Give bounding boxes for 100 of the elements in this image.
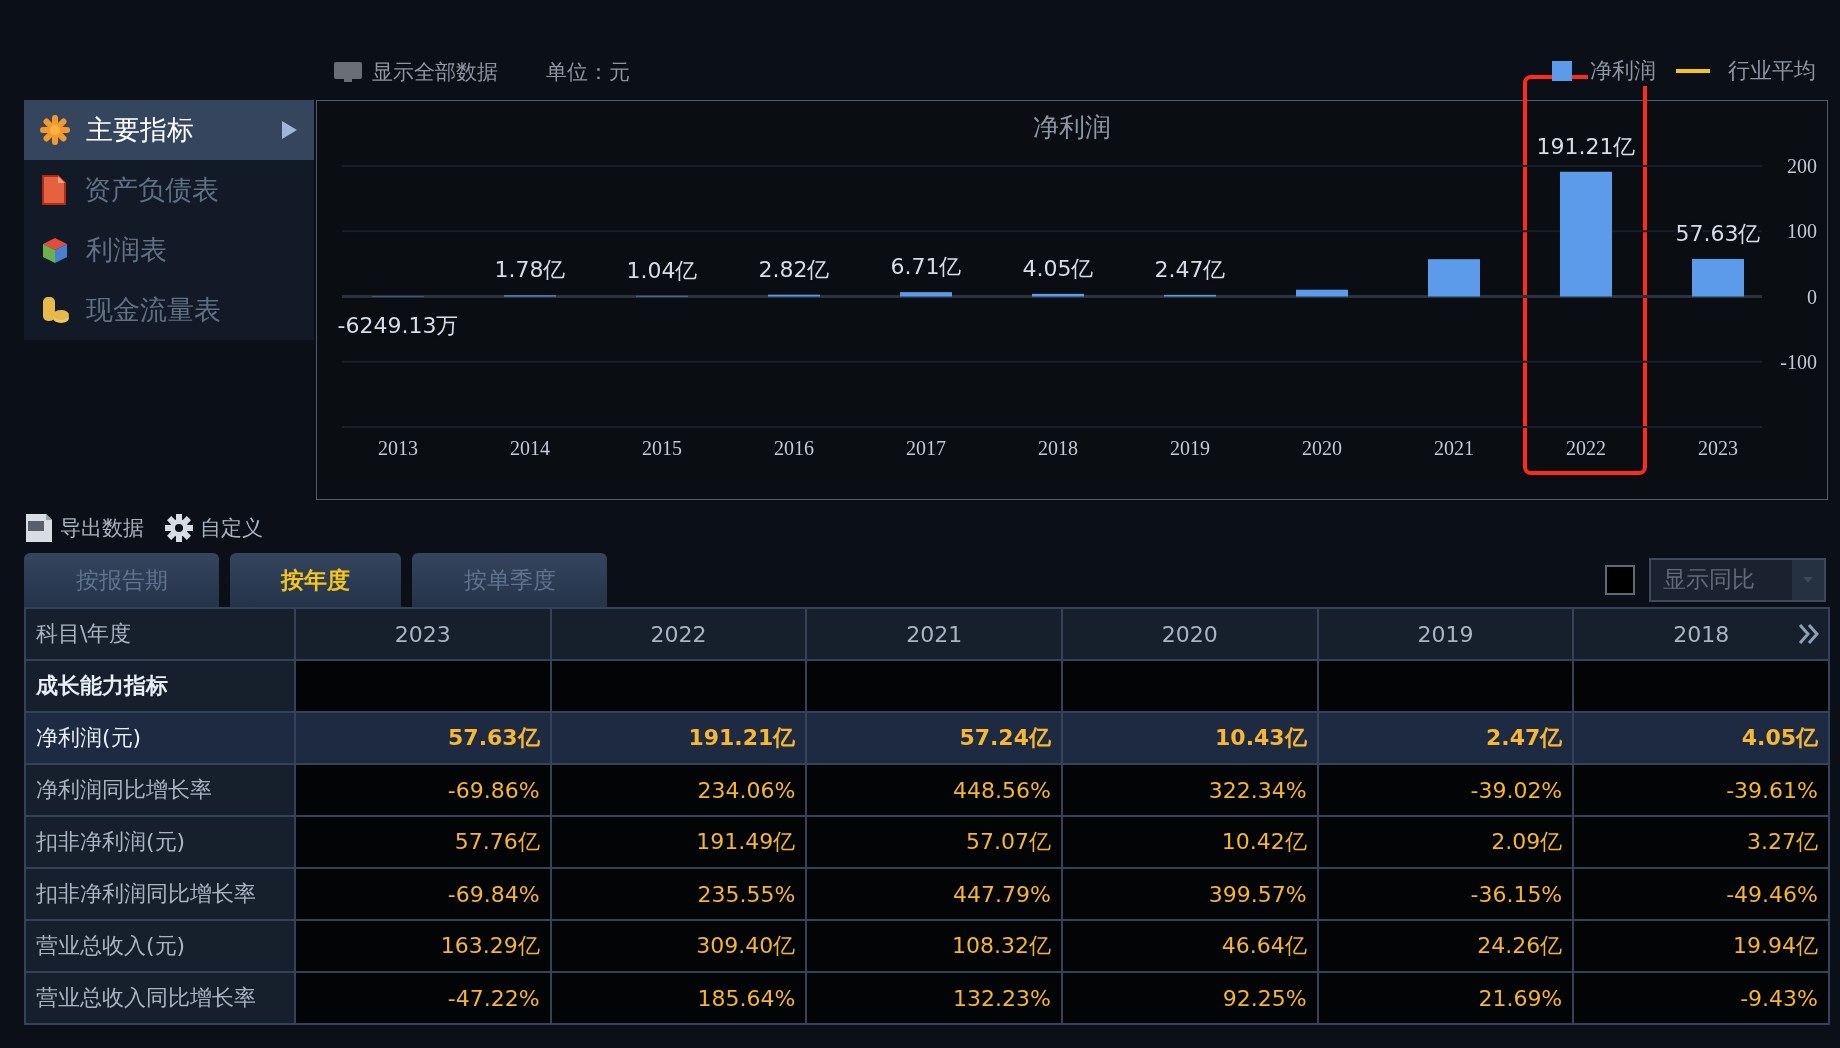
- row-label: 扣非净利润同比增长率: [25, 868, 295, 920]
- table-cell: 57.76亿: [295, 816, 551, 868]
- tab[interactable]: 按报告期: [24, 553, 219, 607]
- table-cell: -39.02%: [1317, 764, 1574, 816]
- value-label: 191.21亿: [1536, 133, 1636, 159]
- row-label: 净利润同比增长率: [25, 764, 295, 816]
- table-cell: -69.84%: [295, 868, 551, 920]
- tab[interactable]: 按年度: [230, 553, 401, 607]
- table-cell: 447.79%: [806, 868, 1062, 920]
- table-cell: 19.94亿: [1573, 920, 1829, 972]
- x-tick-label: 2017: [906, 437, 946, 459]
- column-header: 2018: [1573, 608, 1829, 660]
- table-cell: 235.55%: [550, 868, 807, 920]
- value-label: 4.05亿: [1022, 255, 1094, 281]
- table-cell: 399.57%: [1061, 868, 1318, 920]
- column-header: 科目\年度: [25, 608, 295, 660]
- dropdown[interactable]: 显示同比: [1649, 557, 1826, 602]
- table-cell: 92.25%: [1061, 972, 1318, 1024]
- legend-label: 净利润: [1588, 56, 1658, 86]
- row-label: 成长能力指标: [25, 660, 295, 712]
- table-cell: -69.86%: [295, 764, 551, 816]
- table-cell: 2.47亿: [1317, 712, 1574, 764]
- tab[interactable]: 按单季度: [412, 553, 607, 607]
- row-label: 营业总收入(元): [25, 920, 295, 972]
- sidebar-item[interactable]: 现金流量表: [24, 280, 314, 340]
- value-label: 57.63亿: [1675, 220, 1761, 246]
- spreadsheet-icon: [24, 512, 54, 544]
- caret-icon: [1803, 576, 1813, 583]
- value-label: 2.82亿: [758, 256, 830, 282]
- bar: [1032, 293, 1084, 297]
- bar: [1164, 294, 1216, 297]
- sidebar-item[interactable]: 利润表: [24, 220, 314, 280]
- value-label: 6.71亿: [890, 254, 962, 280]
- next-icon[interactable]: [1798, 623, 1820, 645]
- column-header: 2021: [806, 608, 1062, 660]
- table-cell: 191.49亿: [550, 816, 807, 868]
- row-label: 营业总收入同比增长率: [25, 972, 295, 1024]
- table-cell: -9.43%: [1573, 972, 1829, 1024]
- row-label: 净利润(元): [25, 712, 295, 764]
- table-cell: -39.61%: [1573, 764, 1829, 816]
- x-tick-label: 2016: [774, 437, 814, 459]
- show-all-data-button[interactable]: 显示全部数据: [334, 58, 498, 86]
- table-cell: 10.43亿: [1061, 712, 1318, 764]
- table-cell: 4.05亿: [1573, 712, 1829, 764]
- table-cell: 21.69%: [1317, 972, 1574, 1024]
- x-tick-label: 2014: [510, 437, 550, 459]
- column-header: 2023: [295, 608, 551, 660]
- monitor-icon: [334, 62, 362, 82]
- y-tick-label: 100: [1787, 220, 1817, 243]
- settings-icon: [164, 513, 194, 543]
- bar: [768, 294, 820, 297]
- bar: [1296, 289, 1348, 297]
- coins-icon: [40, 295, 70, 325]
- x-tick-label: 2020: [1302, 437, 1342, 459]
- x-tick-label: 2015: [642, 437, 682, 459]
- column-header: 2020: [1061, 608, 1318, 660]
- play-arrow-icon: [280, 120, 298, 140]
- export-data-button[interactable]: 导出数据: [24, 512, 144, 544]
- x-tick-label: 2018: [1038, 437, 1078, 459]
- table-cell: 163.29亿: [295, 920, 551, 972]
- bar: [1428, 259, 1480, 297]
- column-header: 2019: [1317, 608, 1574, 660]
- table-cell: 132.23%: [806, 972, 1062, 1024]
- value-label: 1.78亿: [494, 257, 566, 283]
- table-cell: 3.27亿: [1573, 816, 1829, 868]
- chart-title: 净利润: [1033, 112, 1111, 142]
- y-tick-label: 200: [1787, 155, 1817, 177]
- table-cell: 234.06%: [550, 764, 807, 816]
- table-cell: 24.26亿: [1317, 920, 1574, 972]
- table-cell: 2.09亿: [1317, 816, 1574, 868]
- table-cell: 191.21亿: [550, 712, 807, 764]
- sidebar-item[interactable]: 主要指标: [24, 100, 314, 160]
- x-tick-label: 2022: [1566, 437, 1606, 459]
- value-label: 2.47亿: [1154, 256, 1226, 282]
- x-tick-label: 2013: [378, 437, 418, 459]
- y-tick-label: 0: [1807, 285, 1817, 308]
- table-cell: 46.64亿: [1061, 920, 1318, 972]
- value-label: -6249.13万: [337, 312, 459, 338]
- customize-button[interactable]: 自定义: [164, 513, 263, 543]
- table-cell: 57.63亿: [295, 712, 551, 764]
- asterisk-icon: [40, 115, 70, 145]
- cube-icon: [40, 235, 70, 265]
- table-cell: -49.46%: [1573, 868, 1829, 920]
- value-label: 1.04亿: [626, 257, 698, 283]
- y-tick-label: -100: [1780, 350, 1817, 373]
- table-cell: -47.22%: [295, 972, 551, 1024]
- bar: [1692, 258, 1744, 297]
- bar: [900, 292, 952, 297]
- x-tick-label: 2023: [1698, 437, 1738, 459]
- table-cell: 309.40亿: [550, 920, 807, 972]
- table-cell: -36.15%: [1317, 868, 1574, 920]
- unit-label: 单位：元: [546, 59, 630, 86]
- column-header: 2022: [550, 608, 807, 660]
- table-cell: 10.42亿: [1061, 816, 1318, 868]
- table-cell: 185.64%: [550, 972, 807, 1024]
- table-cell: 322.34%: [1061, 764, 1318, 816]
- sidebar-item[interactable]: 资产负债表: [24, 160, 314, 220]
- checkbox[interactable]: [1605, 564, 1635, 595]
- table-cell: 448.56%: [806, 764, 1062, 816]
- x-tick-label: 2019: [1170, 437, 1210, 459]
